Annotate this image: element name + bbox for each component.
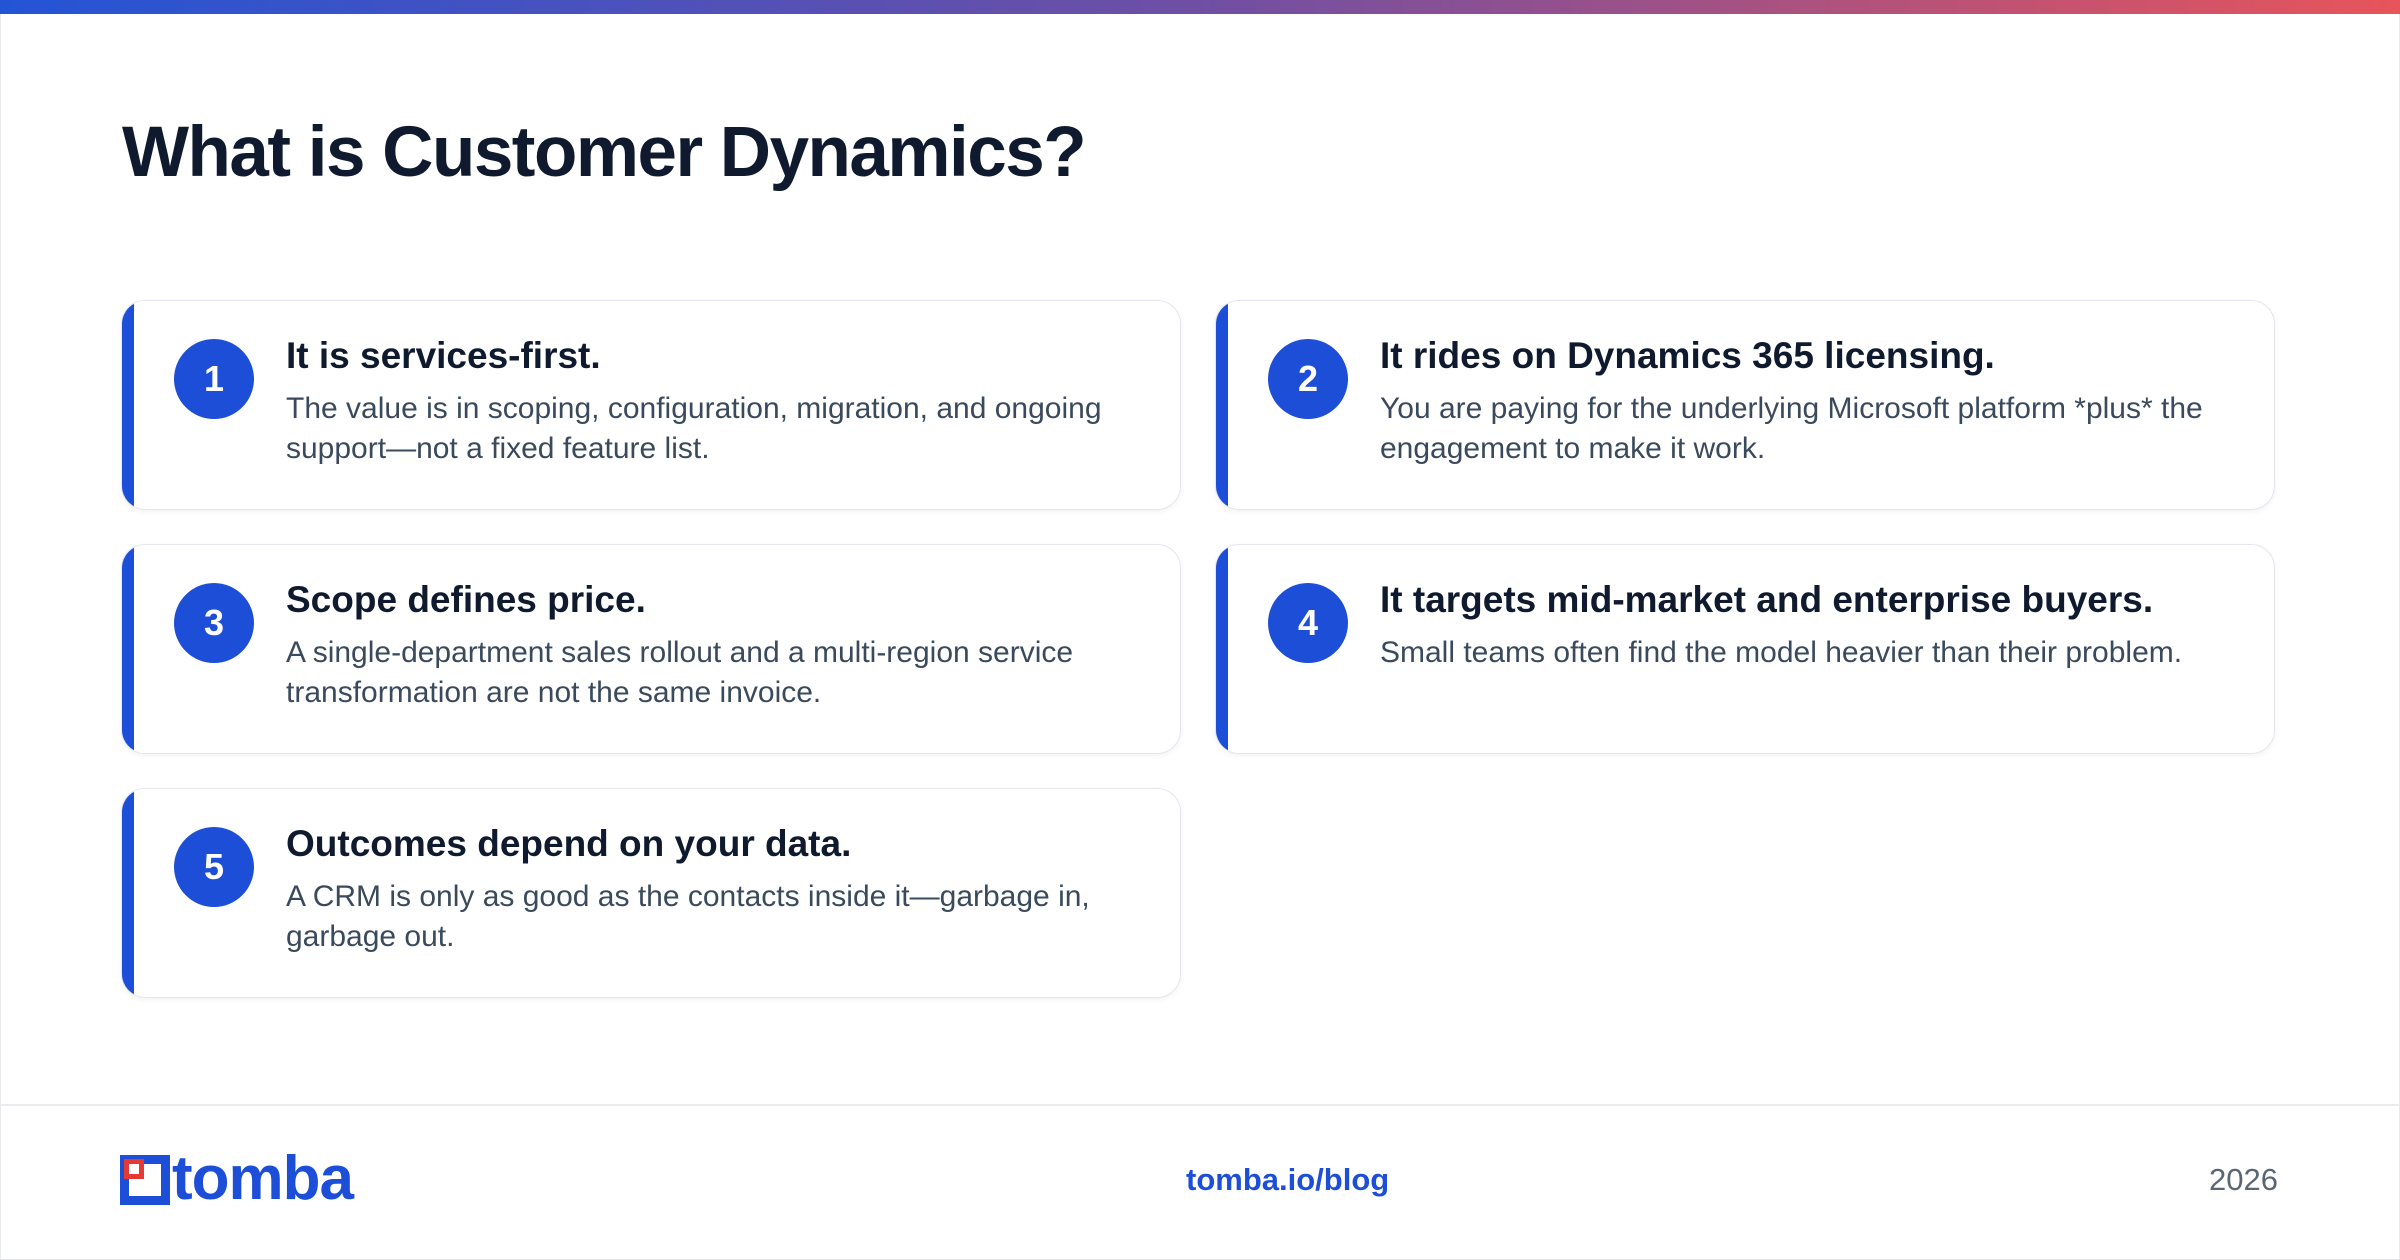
card-5: 5 Outcomes depend on your data. A CRM is… [121, 788, 1181, 998]
card-description: Small teams often find the model heavier… [1380, 636, 2183, 669]
card-number-badge: 3 [174, 583, 254, 663]
card-1: 1 It is services-first. The value is in … [121, 300, 1181, 510]
footer-year: 2026 [2209, 1162, 2278, 1197]
top-accent-bar [0, 0, 2400, 14]
card-number-badge: 4 [1268, 583, 1348, 663]
card-number-badge: 2 [1268, 339, 1348, 419]
footer-divider [0, 1104, 2400, 1106]
card-description: You are paying for the underlying Micros… [1380, 392, 2203, 465]
card-4: 4 It targets mid-market and enterprise b… [1215, 544, 2275, 754]
card-2: 2 It rides on Dynamics 365 licensing. Yo… [1215, 300, 2275, 510]
card-description: A CRM is only as good as the contacts in… [286, 880, 1090, 953]
card-3: 3 Scope defines price. A single-departme… [121, 544, 1181, 754]
card-description: The value is in scoping, configuration, … [286, 392, 1102, 465]
card-description: A single-department sales rollout and a … [286, 636, 1074, 709]
page-title: What is Customer Dynamics? [122, 113, 1087, 192]
blog-link[interactable]: tomba.io/blog [1186, 1160, 1389, 1200]
logo-wordmark: tomba [172, 1144, 354, 1213]
card-title: It targets mid-market and enterprise buy… [1380, 579, 2154, 620]
card-title: Scope defines price. [286, 579, 646, 620]
tomba-logo[interactable]: tomba [120, 1144, 390, 1213]
card-number-badge: 5 [174, 827, 254, 907]
tomba-logo-icon [120, 1155, 170, 1205]
card-title: It is services-first. [286, 335, 601, 376]
card-number-badge: 1 [174, 339, 254, 419]
card-title: It rides on Dynamics 365 licensing. [1380, 335, 1995, 376]
card-title: Outcomes depend on your data. [286, 823, 852, 864]
